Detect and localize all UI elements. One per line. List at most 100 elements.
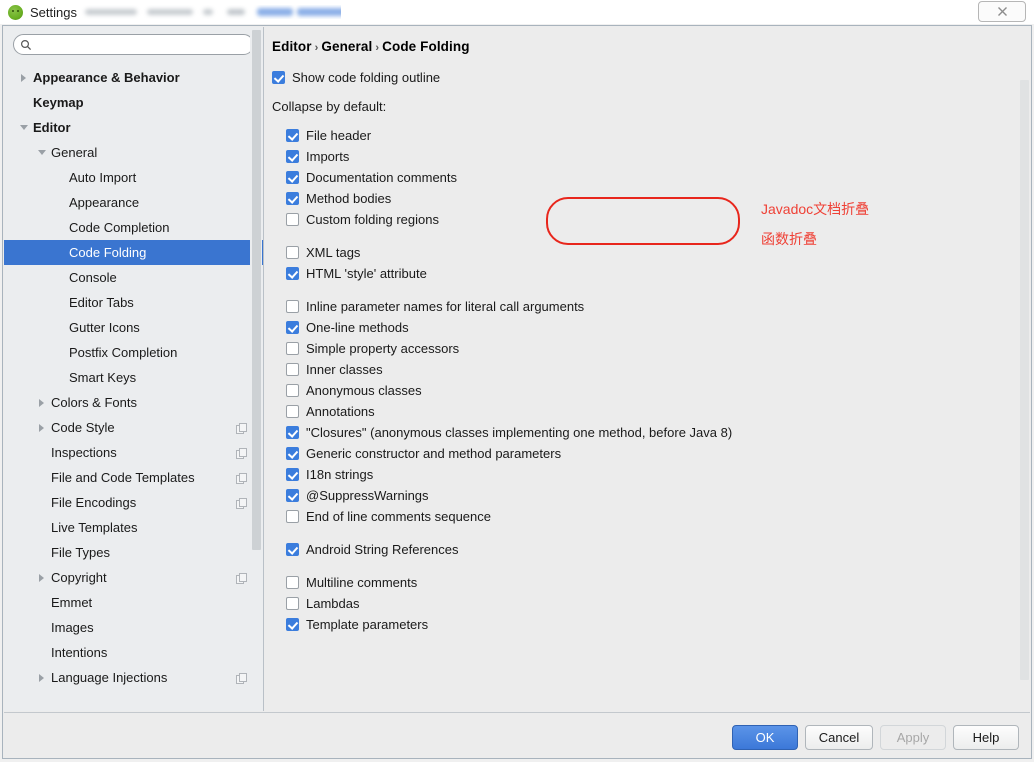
- sidebar-item-postfix-completion[interactable]: Postfix Completion: [4, 340, 263, 365]
- settings-tree[interactable]: Appearance & Behavior Keymap Editor General…: [4, 65, 263, 710]
- checkbox-row[interactable]: @SuppressWarnings: [272, 485, 992, 506]
- checkbox-label: XML tags: [306, 245, 361, 260]
- checkbox-row[interactable]: One-line methods: [272, 317, 992, 338]
- checkbox-row[interactable]: Template parameters: [272, 614, 992, 635]
- checkbox-checked-icon[interactable]: [286, 321, 299, 334]
- sidebar-item-copyright[interactable]: Copyright: [4, 565, 263, 590]
- checkbox-checked-icon[interactable]: [272, 71, 285, 84]
- sidebar-item-code-folding[interactable]: Code Folding: [4, 240, 263, 265]
- sidebar-item-inspections[interactable]: Inspections: [4, 440, 263, 465]
- close-button[interactable]: [978, 1, 1026, 22]
- sidebar-item-code-completion[interactable]: Code Completion: [4, 215, 263, 240]
- sidebar-item-general[interactable]: General: [4, 140, 263, 165]
- sidebar-scrollbar-thumb[interactable]: [252, 30, 261, 550]
- checkbox-row[interactable]: Android String References: [272, 539, 992, 560]
- content-scrollbar[interactable]: [1017, 28, 1030, 711]
- checkbox-checked-icon[interactable]: [286, 171, 299, 184]
- checkbox-unchecked-icon[interactable]: [286, 576, 299, 589]
- checkbox-checked-icon[interactable]: [286, 150, 299, 163]
- checkbox-row[interactable]: Generic constructor and method parameter…: [272, 443, 992, 464]
- sidebar-item-auto-import[interactable]: Auto Import: [4, 165, 263, 190]
- sidebar-item-label: Keymap: [33, 95, 84, 110]
- cancel-button[interactable]: Cancel: [805, 725, 873, 750]
- checkbox-checked-icon[interactable]: [286, 426, 299, 439]
- chevron-right-icon[interactable]: [18, 72, 29, 83]
- checkbox-row[interactable]: "Closures" (anonymous classes implementi…: [272, 422, 992, 443]
- checkbox-row[interactable]: Lambdas: [272, 593, 992, 614]
- search-field[interactable]: [13, 34, 254, 55]
- checkbox-row[interactable]: XML tags: [272, 242, 992, 263]
- checkbox-row[interactable]: Custom folding regions: [272, 209, 992, 230]
- checkbox-unchecked-icon[interactable]: [286, 300, 299, 313]
- checkbox-checked-icon[interactable]: [286, 543, 299, 556]
- sidebar-item-label: Code Folding: [69, 245, 147, 260]
- sidebar-item-file-encodings[interactable]: File Encodings: [4, 490, 263, 515]
- sidebar-item-live-templates[interactable]: Live Templates: [4, 515, 263, 540]
- checkbox-checked-icon[interactable]: [286, 267, 299, 280]
- checkbox-unchecked-icon[interactable]: [286, 213, 299, 226]
- checkbox-row[interactable]: Method bodies: [272, 188, 992, 209]
- checkbox-row[interactable]: Simple property accessors: [272, 338, 992, 359]
- checkbox-row[interactable]: HTML 'style' attribute: [272, 263, 992, 284]
- checkbox-checked-icon[interactable]: [286, 129, 299, 142]
- checkbox-unchecked-icon[interactable]: [286, 597, 299, 610]
- sidebar-item-emmet[interactable]: Emmet: [4, 590, 263, 615]
- sidebar-item-language-injections[interactable]: Language Injections: [4, 665, 263, 690]
- checkbox-row[interactable]: Anonymous classes: [272, 380, 992, 401]
- checkbox-row[interactable]: Inner classes: [272, 359, 992, 380]
- sidebar-item-console[interactable]: Console: [4, 265, 263, 290]
- checkbox-row[interactable]: Show code folding outline: [272, 67, 992, 88]
- checkbox-label: One-line methods: [306, 320, 409, 335]
- sidebar-item-gutter-icons[interactable]: Gutter Icons: [4, 315, 263, 340]
- sidebar-item-appearance[interactable]: Appearance: [4, 190, 263, 215]
- sidebar-scrollbar[interactable]: [250, 27, 262, 672]
- sidebar-item-editor-tabs[interactable]: Editor Tabs: [4, 290, 263, 315]
- chevron-right-icon[interactable]: [36, 572, 47, 583]
- checkbox-unchecked-icon[interactable]: [286, 246, 299, 259]
- checkbox-label: Template parameters: [306, 617, 429, 632]
- breadcrumb: Editor › General › Code Folding: [272, 39, 470, 54]
- checkbox-unchecked-icon[interactable]: [286, 510, 299, 523]
- checkbox-checked-icon[interactable]: [286, 192, 299, 205]
- checkbox-label: Simple property accessors: [306, 341, 460, 356]
- sidebar-item-colors-fonts[interactable]: Colors & Fonts: [4, 390, 263, 415]
- sidebar-item-appearance-behavior[interactable]: Appearance & Behavior: [4, 65, 263, 90]
- sidebar-item-file-types[interactable]: File Types: [4, 540, 263, 565]
- sidebar-item-label: Console: [69, 270, 117, 285]
- sidebar-item-keymap[interactable]: Keymap: [4, 90, 263, 115]
- checkbox-row[interactable]: Multiline comments: [272, 572, 992, 593]
- checkbox-row[interactable]: Inline parameter names for literal call …: [272, 296, 992, 317]
- search-input[interactable]: [36, 36, 236, 53]
- checkbox-unchecked-icon[interactable]: [286, 342, 299, 355]
- checkbox-row[interactable]: End of line comments sequence: [272, 506, 992, 527]
- checkbox-row[interactable]: Imports: [272, 146, 992, 167]
- checkbox-checked-icon[interactable]: [286, 468, 299, 481]
- sidebar-item-label: Intentions: [51, 645, 108, 660]
- checkbox-unchecked-icon[interactable]: [286, 405, 299, 418]
- chevron-right-icon[interactable]: [36, 397, 47, 408]
- sidebar-item-file-and-code-templates[interactable]: File and Code Templates: [4, 465, 263, 490]
- ok-button[interactable]: OK: [732, 725, 798, 750]
- checkbox-row[interactable]: I18n strings: [272, 464, 992, 485]
- checkbox-checked-icon[interactable]: [286, 447, 299, 460]
- checkbox-unchecked-icon[interactable]: [286, 384, 299, 397]
- help-button[interactable]: Help: [953, 725, 1019, 750]
- checkbox-checked-icon[interactable]: [286, 489, 299, 502]
- sidebar-item-intentions[interactable]: Intentions: [4, 640, 263, 665]
- sidebar-item-code-style[interactable]: Code Style: [4, 415, 263, 440]
- checkbox-row[interactable]: File header: [272, 125, 992, 146]
- content-scrollbar-thumb[interactable]: [1020, 80, 1029, 680]
- checkbox-row[interactable]: Documentation comments: [272, 167, 992, 188]
- checkbox-checked-icon[interactable]: [286, 618, 299, 631]
- chevron-right-icon[interactable]: [36, 672, 47, 683]
- checkbox-unchecked-icon[interactable]: [286, 363, 299, 376]
- breadcrumb-segment: Code Folding: [382, 39, 470, 54]
- checkbox-row[interactable]: Annotations: [272, 401, 992, 422]
- sidebar-item-images[interactable]: Images: [4, 615, 263, 640]
- chevron-right-icon[interactable]: [36, 422, 47, 433]
- sidebar-item-editor[interactable]: Editor: [4, 115, 263, 140]
- sidebar-item-label: Emmet: [51, 595, 93, 610]
- sidebar-item-smart-keys[interactable]: Smart Keys: [4, 365, 263, 390]
- chevron-down-icon[interactable]: [36, 147, 47, 158]
- chevron-down-icon[interactable]: [18, 122, 29, 133]
